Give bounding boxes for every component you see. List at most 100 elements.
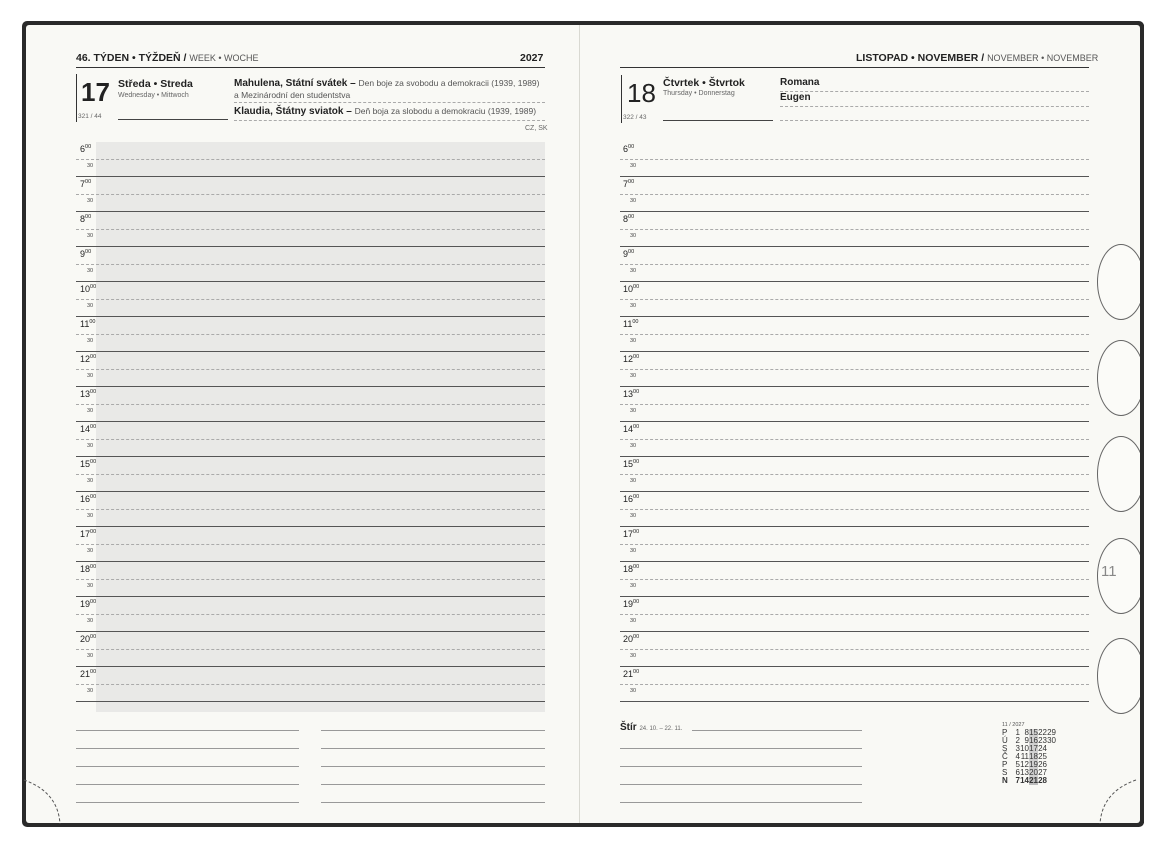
hour-number: 15 [623, 459, 634, 469]
half-hour-label: 30 [87, 303, 94, 309]
hour-minutes: 00 [90, 424, 97, 430]
hour-minutes: 00 [90, 494, 97, 500]
hour-line [620, 194, 1089, 195]
half-hour-label: 30 [87, 513, 94, 519]
day-name: Středa • Streda [118, 78, 193, 90]
note-line [321, 802, 545, 803]
hour-label: 600 [623, 144, 634, 154]
hour-number: 11 [623, 319, 633, 329]
note-line [76, 766, 299, 767]
nameday-2: Eugen [780, 92, 811, 103]
hour-line [76, 194, 545, 195]
hour-label: 1100 [80, 319, 95, 329]
month-header: LISTOPAD • NOVEMBER / NOVEMBER • NOVEMBE… [856, 52, 1098, 64]
corner-mark-right [1099, 779, 1137, 825]
hour-label: 1500 [623, 459, 639, 469]
hour-minutes: 00 [628, 179, 635, 185]
hour-line [620, 649, 1089, 650]
hour-divider [76, 281, 545, 282]
half-hour-label: 30 [630, 478, 637, 484]
half-hour-label: 30 [630, 548, 637, 554]
calendar-date [1047, 777, 1056, 785]
hour-minutes: 00 [90, 459, 97, 465]
hour-line [620, 334, 1089, 335]
hour-minutes: 00 [85, 144, 92, 150]
month-tab[interactable] [1097, 638, 1145, 714]
hour-divider [620, 491, 1089, 492]
hour-divider [76, 246, 545, 247]
hour-line [76, 334, 545, 335]
half-hour-label: 30 [87, 338, 94, 344]
note-line [321, 766, 545, 767]
hour-minutes: 00 [633, 424, 640, 430]
hour-divider [620, 281, 1089, 282]
hour-label: 1400 [80, 424, 96, 434]
cover-edge [1140, 25, 1144, 823]
hour-minutes: 00 [633, 529, 640, 535]
page-edge-mask [1144, 0, 1165, 846]
hour-number: 13 [623, 389, 634, 399]
hour-divider [76, 211, 545, 212]
week-header: 46. TÝDEN • TÝŽDEŇ / WEEK • WOCHE [76, 52, 259, 64]
month-tab[interactable] [1097, 340, 1145, 416]
hour-minutes: 00 [85, 214, 92, 220]
hour-label: 1400 [623, 424, 639, 434]
note-line [321, 784, 545, 785]
calendar-date [1047, 769, 1056, 777]
half-hour-label: 30 [87, 408, 94, 414]
half-hour-label: 30 [630, 163, 637, 169]
hour-line [620, 684, 1089, 685]
hour-minutes: 00 [628, 214, 635, 220]
half-hour-label: 30 [630, 303, 637, 309]
hour-label: 1000 [623, 284, 639, 294]
hour-number: 12 [623, 354, 634, 364]
hour-line [76, 614, 545, 615]
hour-line [620, 439, 1089, 440]
hour-divider [76, 456, 545, 457]
day-bar [76, 74, 77, 122]
calendar-date [1047, 745, 1056, 753]
half-hour-label: 30 [630, 338, 637, 344]
half-hour-label: 30 [87, 163, 94, 169]
hour-number: 19 [623, 599, 634, 609]
holiday-cz-desc: Den boje za svobodu a demokracii (1939, … [358, 78, 540, 88]
hour-divider [76, 561, 545, 562]
calendar-date [1047, 761, 1056, 769]
hour-number: 20 [623, 634, 634, 644]
zodiac-line [692, 730, 862, 731]
half-hour-label: 30 [630, 653, 637, 659]
half-hour-label: 30 [630, 268, 637, 274]
hour-line [620, 474, 1089, 475]
hour-label: 900 [80, 249, 91, 259]
month-header-light: NOVEMBER • NOVEMBER [987, 53, 1099, 63]
hour-line [620, 264, 1089, 265]
hour-divider [620, 526, 1089, 527]
hour-line [620, 614, 1089, 615]
month-tab[interactable] [1097, 244, 1145, 320]
hour-label: 800 [80, 214, 91, 224]
hour-minutes: 00 [90, 354, 97, 360]
hour-divider [620, 316, 1089, 317]
hour-minutes: 00 [633, 564, 640, 570]
hour-label: 1900 [623, 599, 639, 609]
hour-label: 900 [623, 249, 634, 259]
nameday-1: Romana [780, 77, 820, 88]
hour-line [76, 159, 545, 160]
day-name-foreign: Wednesday • Mittwoch [118, 92, 189, 99]
hour-number: 20 [80, 634, 91, 644]
hour-minutes: 00 [85, 179, 92, 185]
hour-number: 14 [80, 424, 91, 434]
hour-line [76, 299, 545, 300]
hour-divider [76, 631, 545, 632]
half-hour-label: 30 [87, 373, 94, 379]
half-hour-label: 30 [630, 373, 637, 379]
hour-minutes: 00 [90, 529, 97, 535]
half-hour-label: 30 [87, 443, 94, 449]
month-tab[interactable] [1097, 436, 1145, 512]
hour-number: 14 [623, 424, 634, 434]
hour-minutes: 00 [90, 669, 97, 675]
header-rule-right [620, 67, 1089, 68]
hour-divider [76, 386, 545, 387]
hour-line [620, 579, 1089, 580]
half-hour-label: 30 [87, 583, 94, 589]
